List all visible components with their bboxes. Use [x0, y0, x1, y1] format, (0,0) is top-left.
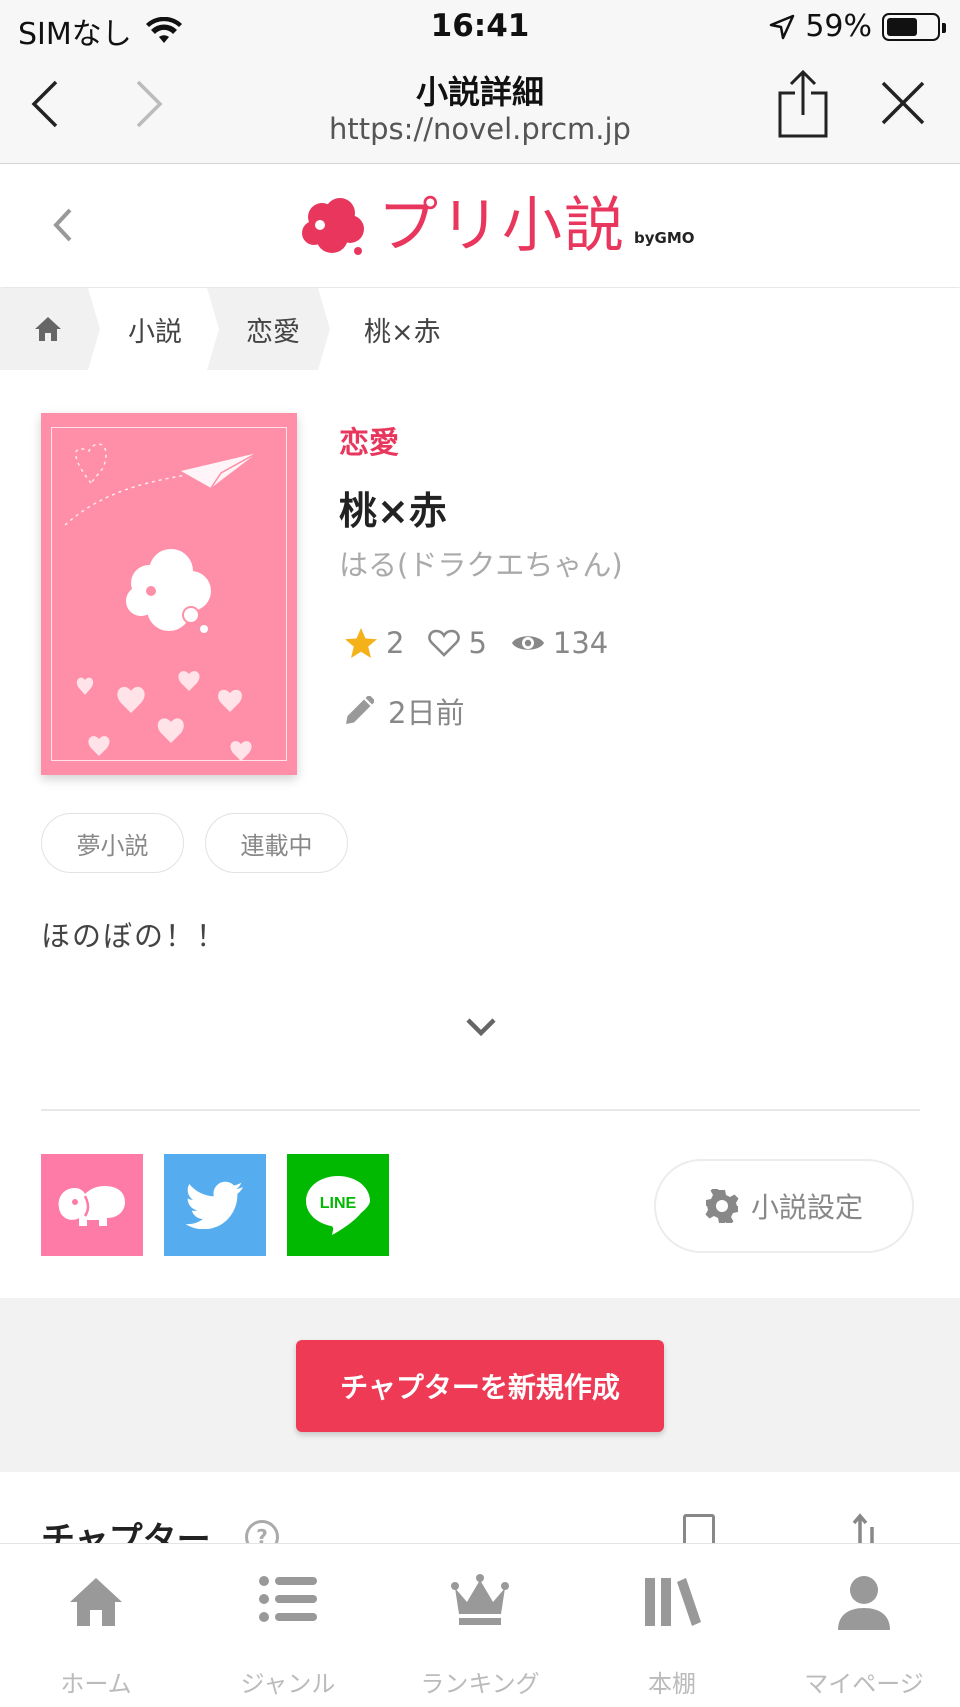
breadcrumb-item-genre[interactable]: 恋愛: [246, 288, 300, 370]
tab-home[interactable]: ホーム: [0, 1544, 192, 1707]
divider: [41, 1109, 920, 1111]
location-arrow-icon: [770, 14, 795, 39]
like-count: 5: [428, 626, 487, 660]
breadcrumb: 小説 恋愛 桃×赤: [0, 288, 960, 370]
battery-percent: 59%: [805, 9, 872, 44]
breadcrumb-item-title: 桃×赤: [364, 316, 441, 348]
site-back-button[interactable]: [52, 207, 74, 247]
tab-bookshelf[interactable]: 本棚: [576, 1544, 768, 1707]
home-icon: [35, 317, 61, 341]
line-bubble-icon: LINE: [306, 1176, 370, 1235]
twitter-bird-icon: [186, 1181, 243, 1229]
logo-text: プリ小説: [378, 191, 626, 261]
share-line-button[interactable]: LINE: [287, 1154, 389, 1256]
heart-icon: [428, 629, 461, 657]
tab-genre[interactable]: ジャンル: [192, 1544, 384, 1707]
tab-mypage[interactable]: マイページ: [768, 1544, 960, 1707]
logo-by: byGMO: [634, 229, 695, 247]
tag-dream-novel[interactable]: 夢小説: [41, 813, 184, 873]
tag-serializing[interactable]: 連載中: [205, 813, 348, 873]
updated-at: 2日前: [344, 690, 464, 732]
novel-description: ほのぼの！！: [41, 919, 228, 953]
novel-genre[interactable]: 恋愛: [339, 418, 399, 462]
novel-settings-label: 小説設定: [750, 1191, 863, 1224]
elephant-icon: [58, 1186, 125, 1226]
bookshelf-icon: [645, 1578, 701, 1626]
status-bar: SIMなし 16:41 59%: [0, 0, 960, 52]
breadcrumb-item-novel[interactable]: 小説: [128, 288, 182, 370]
share-twitter-button[interactable]: [164, 1154, 266, 1256]
chevron-left-icon: [53, 208, 72, 242]
create-chapter-button[interactable]: チャプターを新規作成: [296, 1340, 664, 1432]
novel-stats: 2 5 134: [344, 626, 632, 660]
eye-icon: [511, 636, 544, 650]
tab-genre-label: ジャンル: [240, 1670, 336, 1698]
cover-illustration: [64, 443, 258, 761]
line-logo-text: LINE: [320, 1195, 357, 1212]
novel-cover[interactable]: [41, 413, 297, 775]
novel-settings-button[interactable]: 小説設定: [654, 1159, 914, 1253]
view-count-value: 134: [552, 626, 609, 660]
view-count: 134: [511, 626, 608, 660]
tab-ranking[interactable]: ランキング: [384, 1544, 576, 1707]
person-icon: [838, 1576, 890, 1630]
share-prcm-button[interactable]: [41, 1154, 143, 1256]
novel-title: 桃×赤: [339, 489, 447, 533]
pencil-icon: [346, 696, 374, 724]
tab-ranking-label: ランキング: [420, 1670, 540, 1698]
gear-icon: [705, 1189, 739, 1223]
tab-mypage-label: マイページ: [804, 1670, 924, 1698]
expand-description-button[interactable]: [462, 1012, 500, 1042]
like-count-value: 5: [468, 626, 487, 660]
close-button[interactable]: [880, 80, 926, 130]
tab-bookshelf-label: 本棚: [648, 1670, 696, 1698]
site-logo[interactable]: プリ小説 byGMO: [300, 191, 695, 261]
cloud-logo-icon: [302, 198, 364, 255]
star-icon: [345, 628, 377, 658]
home-icon: [70, 1578, 122, 1626]
updated-at-value: 2日前: [388, 696, 465, 730]
tab-home-label: ホーム: [60, 1670, 132, 1698]
crown-icon: [451, 1574, 509, 1625]
site-header: プリ小説 byGMO: [0, 165, 960, 287]
breadcrumb-home[interactable]: [33, 288, 63, 370]
battery-icon: [882, 12, 946, 41]
chevron-down-icon: [466, 1018, 496, 1037]
close-icon: [881, 81, 925, 125]
share-button[interactable]: [777, 69, 829, 143]
browser-toolbar: 小説詳細 https://novel.prcm.jp: [0, 52, 960, 164]
share-icon: [778, 69, 828, 138]
star-count: 2: [344, 626, 404, 660]
bottom-tab-bar: ホーム ジャンル ランキング 本棚 マイページ: [0, 1543, 960, 1706]
star-count-value: 2: [386, 626, 405, 660]
novel-author[interactable]: はる(ドラクエちゃん): [339, 542, 623, 584]
list-icon: [259, 1576, 317, 1622]
